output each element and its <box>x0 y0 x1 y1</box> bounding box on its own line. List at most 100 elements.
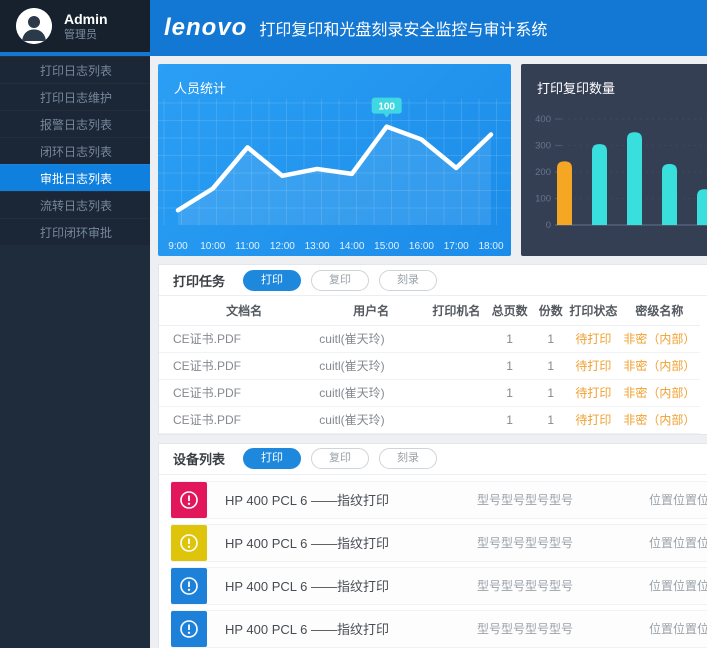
device-row[interactable]: HP 400 PCL 6 ——指纹打印型号型号型号型号位置位置位置位置 <box>171 567 707 605</box>
task-row[interactable]: CE证书.PDFcuitl(崔天玲)11待打印非密（内部） <box>159 325 700 352</box>
print-copy-bar-chart: 0100200300400 <box>521 97 707 255</box>
device-model: 型号型号型号型号 <box>477 577 649 594</box>
sidebar-item-label: 打印日志维护 <box>40 89 112 106</box>
task-cell: 待打印 <box>568 379 619 406</box>
device-row[interactable]: HP 400 PCL 6 ——指纹打印型号型号型号型号位置位置位置位置 <box>171 524 707 562</box>
print-tasks-tab-打印[interactable]: 打印 <box>243 270 301 291</box>
task-cell: cuitl(崔天玲) <box>315 325 427 352</box>
sidebar-item-label: 打印日志列表 <box>40 62 112 79</box>
column-header-打印状态: 打印状态 <box>568 296 619 325</box>
device-location: 位置位置位置位置 <box>649 534 707 551</box>
device-location: 位置位置位置位置 <box>649 620 707 637</box>
devices-panel: 设备列表 打印复印刻录 HP 400 PCL 6 ——指纹打印型号型号型号型号位… <box>158 443 707 648</box>
device-row[interactable]: HP 400 PCL 6 ——指纹打印型号型号型号型号位置位置位置位置 <box>171 481 707 519</box>
column-header-文档名: 文档名 <box>159 296 315 325</box>
column-header-用户名: 用户名 <box>315 296 427 325</box>
task-cell: cuitl(崔天玲) <box>315 379 427 406</box>
column-header-份数: 份数 <box>534 296 569 325</box>
svg-text:400: 400 <box>535 114 551 125</box>
task-cell <box>427 406 486 433</box>
task-cell: cuitl(崔天玲) <box>315 406 427 433</box>
svg-text:14:00: 14:00 <box>339 241 364 252</box>
task-cell <box>427 379 486 406</box>
svg-text:0: 0 <box>546 220 551 231</box>
task-cell: 非密（内部） <box>619 406 700 433</box>
sidebar-item-打印日志维护[interactable]: 打印日志维护 <box>0 83 150 110</box>
device-name: HP 400 PCL 6 ——指纹打印 <box>225 533 477 552</box>
device-location: 位置位置位置位置 <box>649 491 707 508</box>
task-cell <box>427 352 486 379</box>
devices-tab-复印[interactable]: 复印 <box>311 448 369 469</box>
header: Admin 管理员 lenovo 打印复印和光盘刻录安全监控与审计系统 <box>0 0 707 56</box>
charts-row: 人员统计 9:0010:0011:0012:0013:0014:0015:001… <box>158 64 707 256</box>
user-name: Admin <box>64 11 108 28</box>
task-cell: 1 <box>534 406 569 433</box>
sidebar-item-闭环日志列表[interactable]: 闭环日志列表 <box>0 137 150 164</box>
column-header-密级名称: 密级名称 <box>619 296 700 325</box>
print-tasks-table: 文档名用户名打印机名总页数份数打印状态密级名称 CE证书.PDFcuitl(崔天… <box>159 296 700 434</box>
device-name: HP 400 PCL 6 ——指纹打印 <box>225 490 477 509</box>
task-row[interactable]: CE证书.PDFcuitl(崔天玲)11待打印非密（内部） <box>159 352 700 379</box>
device-status-alert-icon <box>171 482 207 518</box>
device-status-alert-icon <box>171 568 207 604</box>
device-status-alert-icon <box>171 525 207 561</box>
task-cell: CE证书.PDF <box>159 406 315 433</box>
task-cell: 非密（内部） <box>619 352 700 379</box>
task-row[interactable]: CE证书.PDFcuitl(崔天玲)11待打印非密（内部） <box>159 379 700 406</box>
task-cell: 1 <box>486 352 534 379</box>
sidebar-item-审批日志列表[interactable]: 审批日志列表 <box>0 164 150 191</box>
sidebar: 用户安全管理设备安全管理任务参数设置提交任务管理打印日志管理打印日志列表打印日志… <box>0 56 150 648</box>
staff-stats-card: 人员统计 9:0010:0011:0012:0013:0014:0015:001… <box>158 64 511 256</box>
line-chart-title: 人员统计 <box>158 64 511 97</box>
sidebar-item-报警日志列表[interactable]: 报警日志列表 <box>0 110 150 137</box>
bar-chart-title: 打印复印数量 <box>521 64 707 97</box>
device-model: 型号型号型号型号 <box>477 491 649 508</box>
svg-text:13:00: 13:00 <box>305 241 330 252</box>
sidebar-item-打印闭环审批[interactable]: 打印闭环审批 <box>0 218 150 245</box>
svg-text:10:00: 10:00 <box>200 241 225 252</box>
svg-text:100: 100 <box>535 193 551 204</box>
sidebar-item-打印日志列表[interactable]: 打印日志列表 <box>0 56 150 83</box>
svg-text:9:00: 9:00 <box>168 241 188 252</box>
task-cell: 非密（内部） <box>619 379 700 406</box>
devices-title: 设备列表 <box>173 449 225 468</box>
print-copy-count-card: 打印复印数量 0100200300400 <box>521 64 707 256</box>
svg-text:300: 300 <box>535 140 551 151</box>
staff-line-chart: 9:0010:0011:0012:0013:0014:0015:0016:001… <box>158 97 511 256</box>
sidebar-item-label: 流转日志列表 <box>40 197 112 214</box>
task-cell: 1 <box>534 352 569 379</box>
devices-tabs: 打印复印刻录 <box>243 448 437 469</box>
svg-text:12:00: 12:00 <box>270 241 295 252</box>
sidebar-menu: 用户安全管理设备安全管理任务参数设置提交任务管理打印日志管理打印日志列表打印日志… <box>0 56 150 245</box>
task-cell: CE证书.PDF <box>159 379 315 406</box>
sidebar-item-流转日志列表[interactable]: 流转日志列表 <box>0 191 150 218</box>
devices-header: 设备列表 打印复印刻录 <box>159 444 707 475</box>
app-window: Admin 管理员 lenovo 打印复印和光盘刻录安全监控与审计系统 用户安全… <box>0 0 707 648</box>
svg-text:11:00: 11:00 <box>235 241 260 252</box>
task-cell: 1 <box>486 325 534 352</box>
print-tasks-tab-刻录[interactable]: 刻录 <box>379 270 437 291</box>
task-cell: 1 <box>534 325 569 352</box>
task-cell: 待打印 <box>568 406 619 433</box>
app-title: 打印复印和光盘刻录安全监控与审计系统 <box>259 16 547 40</box>
user-panel[interactable]: Admin 管理员 <box>0 0 150 52</box>
table-header-row: 文档名用户名打印机名总页数份数打印状态密级名称 <box>159 296 700 325</box>
column-header-打印机名: 打印机名 <box>427 296 486 325</box>
device-model: 型号型号型号型号 <box>477 620 649 637</box>
task-cell: CE证书.PDF <box>159 352 315 379</box>
task-cell: 1 <box>486 406 534 433</box>
task-cell: CE证书.PDF <box>159 325 315 352</box>
device-row[interactable]: HP 400 PCL 6 ——指纹打印型号型号型号型号位置位置位置位置 <box>171 610 707 648</box>
device-name: HP 400 PCL 6 ——指纹打印 <box>225 619 477 638</box>
devices-tab-打印[interactable]: 打印 <box>243 448 301 469</box>
devices-tab-刻录[interactable]: 刻录 <box>379 448 437 469</box>
main-content: 人员统计 9:0010:0011:0012:0013:0014:0015:001… <box>150 56 707 648</box>
task-row[interactable]: CE证书.PDFcuitl(崔天玲)11待打印非密（内部） <box>159 406 700 433</box>
person-icon <box>16 8 52 44</box>
task-cell: 非密（内部） <box>619 325 700 352</box>
device-status-alert-icon <box>171 611 207 647</box>
task-cell: 1 <box>486 379 534 406</box>
device-location: 位置位置位置位置 <box>649 577 707 594</box>
print-tasks-tab-复印[interactable]: 复印 <box>311 270 369 291</box>
lenovo-logo: lenovo <box>164 14 247 42</box>
